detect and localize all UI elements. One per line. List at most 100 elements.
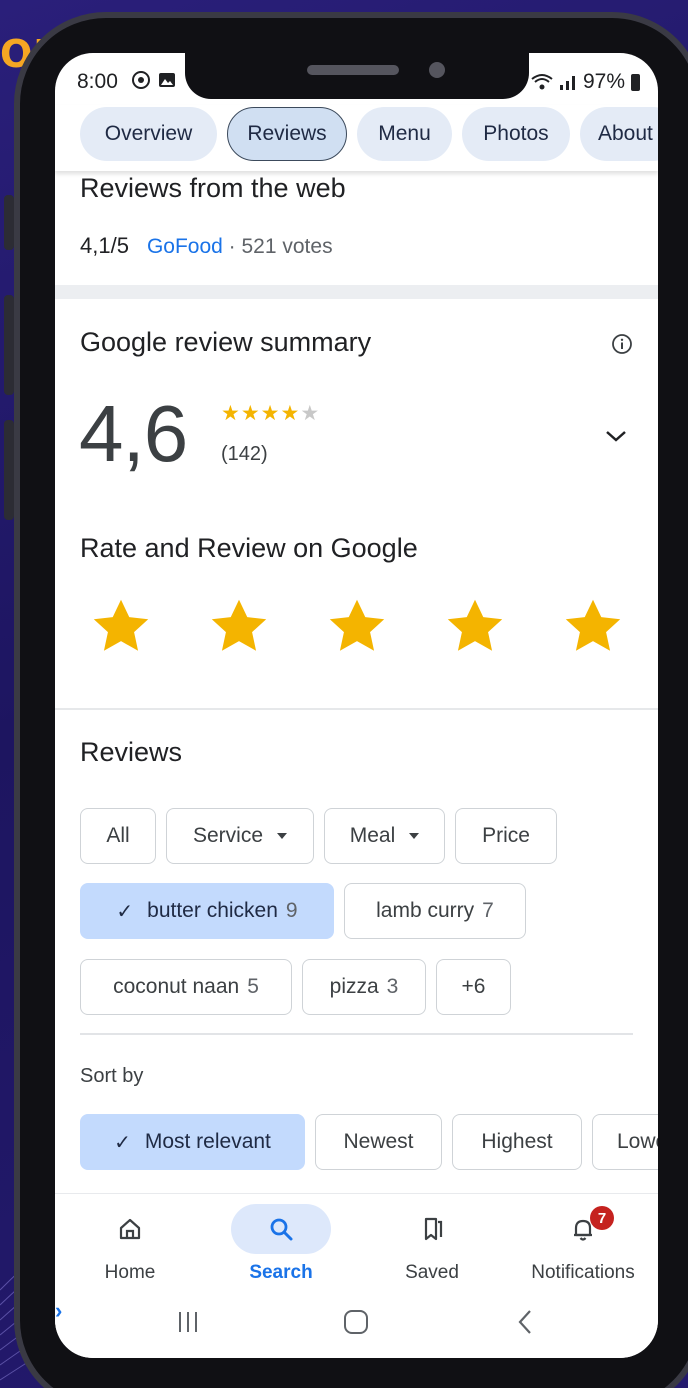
web-reviews-title: Reviews from the web	[80, 173, 346, 203]
summary-title: Google review summary	[80, 327, 372, 357]
nav-search[interactable]: Search	[206, 1204, 356, 1284]
chip-label: Price	[482, 824, 530, 847]
tab-label: Reviews	[247, 122, 327, 145]
check-icon: ✓	[114, 1131, 131, 1154]
home-button-icon[interactable]	[341, 1307, 371, 1337]
chip-count: 9	[285, 899, 298, 922]
rate-star-1[interactable]	[89, 595, 153, 659]
tab-label: Photos	[483, 122, 549, 145]
battery-icon	[631, 73, 640, 91]
rate-star-3[interactable]	[325, 595, 389, 659]
review-count: (142)	[221, 443, 268, 465]
bottom-nav: Home Search Saved 7 Notifications	[55, 1193, 658, 1287]
side-button	[4, 420, 14, 520]
whatsapp-icon	[132, 71, 150, 89]
chip-label: All	[106, 824, 130, 847]
check-icon: ✓	[116, 900, 134, 923]
chip-label: Highest	[481, 1130, 553, 1153]
chip-count: 7	[482, 899, 494, 922]
chips-divider	[80, 1033, 633, 1035]
system-nav-bar	[55, 1287, 658, 1358]
tab-reviews[interactable]: Reviews	[227, 107, 347, 161]
tab-photos[interactable]: Photos	[462, 107, 570, 161]
tab-label: About	[598, 122, 653, 145]
notification-badge: 7	[590, 1206, 614, 1230]
recent-apps-icon[interactable]	[173, 1307, 203, 1337]
chip-label: Newest	[343, 1130, 414, 1153]
average-rating: 4,6	[79, 389, 188, 478]
chip-label: Meal	[349, 824, 396, 847]
chevron-down-icon[interactable]	[603, 427, 629, 445]
web-score: 4,1/5	[80, 233, 129, 258]
side-button	[4, 195, 14, 250]
web-source-link[interactable]: GoFood	[147, 235, 223, 258]
gallery-icon	[159, 73, 175, 87]
status-right: 97%	[531, 70, 640, 94]
tab-menu[interactable]: Menu	[357, 107, 452, 161]
topic-chip-coconut-naan[interactable]: coconut naan 5	[80, 959, 292, 1015]
filter-chip-all[interactable]: All	[80, 808, 156, 864]
filter-chip-price[interactable]: Price	[455, 808, 557, 864]
signal-icon	[559, 76, 575, 90]
camera-notch	[185, 53, 529, 99]
chip-label: butter chicken	[147, 899, 278, 922]
topic-chip-lamb-curry[interactable]: lamb curry 7	[344, 883, 526, 939]
chip-label: coconut naan	[113, 975, 240, 998]
nav-home[interactable]: Home	[55, 1204, 205, 1284]
section-divider	[55, 708, 658, 710]
chip-count: 3	[386, 975, 399, 998]
sort-chip-newest[interactable]: Newest	[315, 1114, 442, 1170]
tab-label: Overview	[104, 122, 193, 145]
chip-label: +6	[461, 975, 486, 998]
rate-title: Rate and Review on Google	[80, 533, 418, 563]
nav-label: Home	[104, 1262, 156, 1283]
place-tabs: Overview Reviews Menu Photos About	[55, 105, 658, 171]
nav-notifications[interactable]: 7 Notifications	[508, 1204, 658, 1284]
section-divider	[55, 285, 658, 299]
chip-label: Service	[192, 824, 264, 847]
tab-overview[interactable]: Overview	[80, 107, 217, 161]
chip-label: Lowest	[617, 1130, 658, 1153]
filter-chip-service[interactable]: Service	[166, 808, 314, 864]
speaker-grille	[307, 65, 399, 75]
web-votes: · 521 votes	[228, 235, 333, 258]
rate-star-5[interactable]	[561, 595, 625, 659]
caret-down-icon	[277, 833, 288, 839]
topic-chip-butter-chicken[interactable]: ✓ butter chicken 9	[80, 883, 334, 939]
battery-percent: 97%	[582, 70, 625, 93]
tab-about[interactable]: About	[580, 107, 658, 161]
sort-label: Sort by	[80, 1065, 144, 1087]
chip-label: pizza	[329, 975, 379, 998]
side-button	[4, 295, 14, 395]
info-icon[interactable]	[611, 333, 633, 355]
tab-label: Menu	[378, 122, 431, 145]
nav-saved[interactable]: Saved	[357, 1204, 507, 1284]
wifi-icon	[531, 74, 553, 90]
sort-chip-highest[interactable]: Highest	[452, 1114, 582, 1170]
chip-label: Most relevant	[144, 1130, 271, 1153]
bookmark-icon	[424, 1217, 443, 1241]
web-review-row: 4,1/5 GoFood · 521 votes	[80, 233, 333, 259]
sort-chip-lowest[interactable]: Lowest	[592, 1114, 658, 1170]
topic-chip-more[interactable]: +6	[436, 959, 511, 1015]
nav-label: Notifications	[531, 1262, 635, 1283]
rate-star-4[interactable]	[443, 595, 507, 659]
stars-full: ★★★★	[221, 402, 301, 425]
filter-chip-meal[interactable]: Meal	[324, 808, 445, 864]
chip-label: lamb curry	[376, 899, 475, 922]
edge-panel-arrow-icon[interactable]: ›	[55, 1298, 62, 1324]
rating-stars: ★★★★★	[221, 401, 320, 426]
nav-label: Saved	[405, 1262, 459, 1283]
chip-count: 5	[247, 975, 259, 998]
back-icon[interactable]	[511, 1307, 541, 1337]
reviews-title: Reviews	[80, 737, 183, 767]
status-time: 8:00	[77, 70, 118, 93]
caret-down-icon	[409, 833, 420, 839]
home-icon	[119, 1218, 141, 1240]
rate-star-2[interactable]	[207, 595, 271, 659]
stars-half: ★	[300, 402, 321, 425]
sort-chip-most-relevant[interactable]: ✓ Most relevant	[80, 1114, 305, 1170]
nav-label: Search	[249, 1262, 313, 1283]
topic-chip-pizza[interactable]: pizza 3	[302, 959, 426, 1015]
phone-screen: 8:00 97% Overview Reviews Menu Photos Ab…	[55, 53, 658, 1358]
